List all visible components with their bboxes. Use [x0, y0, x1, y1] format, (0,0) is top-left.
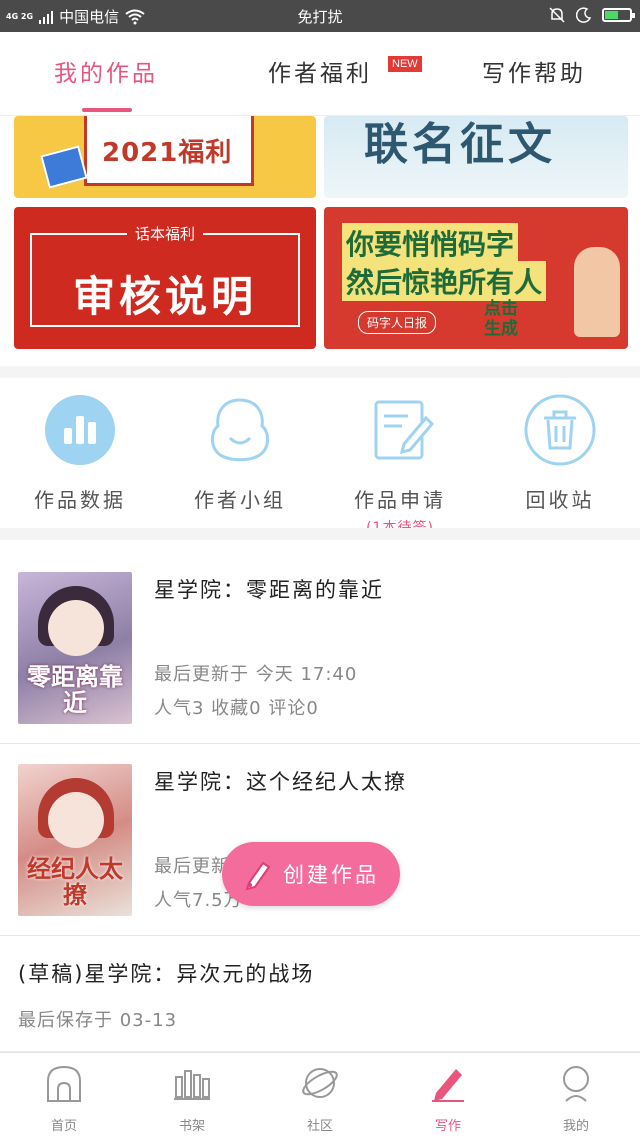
- section-divider: [0, 366, 640, 378]
- trash-icon: [524, 394, 596, 466]
- pen-icon: [432, 1069, 464, 1102]
- work-title: 星学院：这个经纪人太撩: [154, 770, 407, 794]
- nav-home[interactable]: 首页: [0, 1063, 128, 1134]
- tool-author-group[interactable]: 作者小组: [160, 394, 320, 513]
- work-stats: 人气3 收藏0 评论0: [154, 698, 319, 719]
- work-cover: 经纪人太撩: [18, 764, 132, 916]
- new-badge: NEW: [388, 56, 422, 72]
- cover-face: [48, 792, 104, 848]
- banner-daily-writing[interactable]: 你要悄悄码字 然后惊艳所有人 码字人日报 点击生成: [324, 207, 628, 349]
- work-item[interactable]: 零距离靠近 星学院：零距离的靠近 最后更新于 今天 17:40 人气3 收藏0 …: [0, 548, 640, 744]
- tool-label: 作者小组: [194, 488, 286, 512]
- banner-review-guide[interactable]: 话本福利 审核说明: [14, 207, 316, 349]
- tool-label: 回收站: [525, 488, 595, 512]
- create-work-button[interactable]: 创建作品: [222, 842, 400, 906]
- cover-title: 经纪人太撩: [27, 855, 123, 909]
- bookshelf-icon: [174, 1070, 210, 1100]
- mute-bell-icon: [549, 7, 565, 23]
- banner-subtitle: 话本福利: [126, 225, 203, 243]
- draft-title: (草稿)星学院：异次元的战场: [18, 962, 315, 986]
- tool-work-data[interactable]: 作品数据: [0, 394, 160, 513]
- tool-work-application[interactable]: 作品申请 (1本待签): [320, 394, 480, 537]
- fist-illustration: [574, 247, 620, 337]
- tool-label: 作品申请: [354, 488, 446, 512]
- active-tab-indicator: [82, 108, 132, 112]
- moon-icon: [576, 7, 592, 23]
- nav-label: 社区: [306, 1119, 333, 1134]
- nav-label: 我的: [562, 1119, 589, 1134]
- top-tabs: 我的作品 作者福利 NEW 写作帮助: [0, 32, 640, 116]
- banner-title: 2021福利: [102, 138, 233, 168]
- bottom-nav: 首页 书架 社区 写作 我的: [0, 1052, 640, 1138]
- section-divider: [0, 528, 640, 540]
- cover-face: [48, 600, 104, 656]
- tab-my-works[interactable]: 我的作品: [54, 54, 158, 88]
- banner-line-2: 然后惊艳所有人: [342, 261, 547, 301]
- book-illustration: [40, 145, 88, 189]
- nav-community[interactable]: 社区: [256, 1063, 384, 1134]
- battery-fill: [605, 11, 619, 19]
- draft-item[interactable]: (草稿)星学院：异次元的战场 最后保存于 03-13: [0, 936, 640, 1052]
- pen-icon: [245, 861, 271, 891]
- tab-author-benefits[interactable]: 作者福利: [268, 54, 372, 88]
- dnd-mode-label: 免打扰: [297, 8, 343, 26]
- home-icon: [47, 1065, 81, 1102]
- banner-title: 审核说明: [72, 272, 257, 321]
- banner-subtitle-wrap: 话本福利: [14, 225, 316, 254]
- battery-icon: [602, 8, 635, 22]
- banner-tag: 码字人日报: [358, 311, 437, 334]
- group-icon: [211, 398, 269, 462]
- profile-icon: [563, 1066, 589, 1102]
- work-title: 星学院：零距离的靠近: [154, 578, 384, 602]
- nav-me[interactable]: 我的: [512, 1063, 640, 1134]
- tab-writing-help[interactable]: 写作帮助: [482, 54, 586, 88]
- work-cover: 零距离靠近: [18, 572, 132, 724]
- nav-label: 首页: [50, 1119, 77, 1134]
- nav-write[interactable]: 写作: [384, 1063, 512, 1134]
- banner-benefits-2021[interactable]: 2021福利: [14, 116, 316, 198]
- create-work-label: 创建作品: [283, 863, 379, 887]
- bar-chart-icon: [45, 395, 115, 465]
- work-updated: 最后更新于 今天 17:40: [154, 664, 358, 685]
- banner-title: 联名征文: [364, 119, 556, 170]
- nav-label: 书架: [178, 1119, 205, 1134]
- draft-saved-time: 最后保存于 03-13: [18, 1010, 178, 1031]
- tool-label: 作品数据: [34, 488, 126, 512]
- work-item[interactable]: 经纪人太撩 星学院：这个经纪人太撩 最后更新于 人气7.5万: [0, 744, 640, 936]
- edit-document-icon: [374, 400, 435, 460]
- status-right: [548, 6, 635, 24]
- banner-line-1: 你要悄悄码字: [342, 223, 519, 263]
- banner-contest[interactable]: 联名征文: [324, 116, 628, 198]
- planet-icon: [302, 1068, 338, 1098]
- nav-bookshelf[interactable]: 书架: [128, 1063, 256, 1134]
- status-bar: 4G 2G 中国电信 免打扰: [0, 0, 640, 32]
- banner-cta: 点击生成: [484, 299, 518, 339]
- cover-title: 零距离靠近: [27, 663, 123, 717]
- nav-label: 写作: [434, 1119, 461, 1134]
- tool-recycle-bin[interactable]: 回收站: [480, 394, 640, 513]
